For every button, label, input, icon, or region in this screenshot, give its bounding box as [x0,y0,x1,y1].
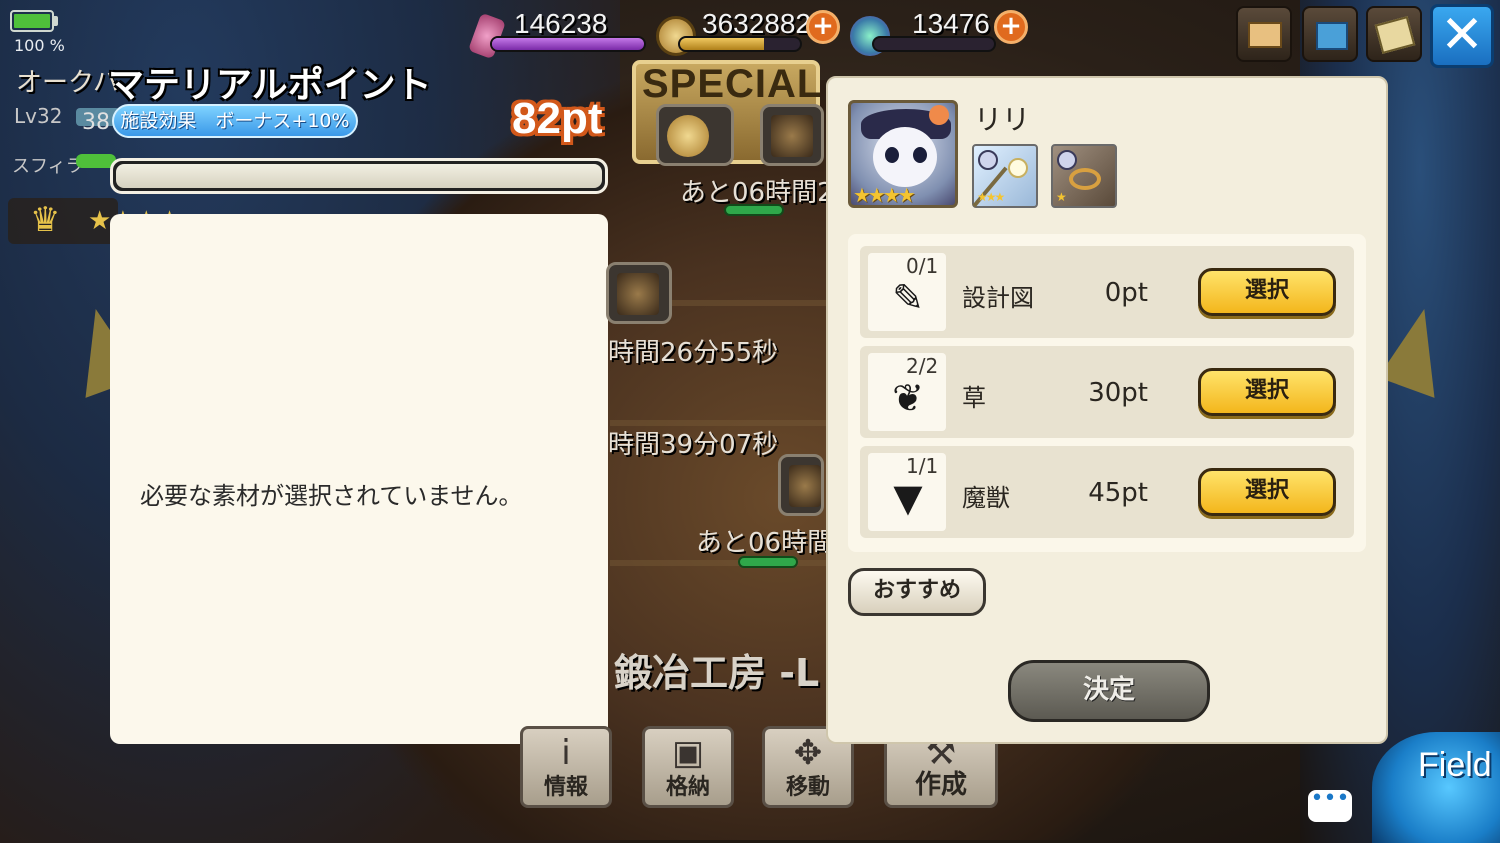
coin-value: 3632882 [702,8,812,39]
progress-bar [724,204,784,216]
timer-label: 時間39分07秒 [608,430,779,460]
battery-icon [10,10,54,32]
crystal-counter: 146238 [467,8,652,60]
info-icon: i [561,733,571,773]
character-icon [789,465,821,507]
material-points: 0pt [1104,278,1148,308]
select-button[interactable]: 選択 [1198,468,1336,516]
facility-label: 鍛冶工房 -L [614,651,820,695]
material-point-bar [110,158,608,194]
character-name: リリ [974,103,1031,136]
production-bubble[interactable] [778,454,824,516]
character-mini-icon [1057,150,1077,170]
move-label: 移動 [785,775,830,800]
mission-button[interactable] [1366,6,1422,62]
flower-icon [929,105,949,125]
info-button[interactable]: i 情報 [520,726,612,808]
equipment-stars: ★ [1056,190,1067,204]
equipment-slot-ring[interactable]: ★ [1051,144,1117,208]
scroll-quill-icon [1374,16,1416,54]
weapon-icon [771,115,813,157]
coin-icon [667,115,709,157]
storage-button[interactable]: ▣ 格納 [642,726,734,808]
box-icon: ▣ [671,733,705,773]
mail-button[interactable] [1236,6,1292,62]
character-face [873,127,937,187]
add-gems-button[interactable]: + [994,10,1028,44]
facility-bonus-badge: 施設効果 ボーナス+10% [112,104,358,138]
chat-button[interactable]: ••• [1308,788,1352,822]
beast-icon: ▼ [893,476,923,520]
production-bubble[interactable] [606,262,672,324]
level-number: 38 [82,110,110,135]
character-icon [617,273,659,315]
blueprint-icon: ✎ [892,276,924,320]
crown-icon: ♛ [30,200,61,240]
info-label: 情報 [543,775,588,800]
recommend-button[interactable]: おすすめ [848,568,986,616]
battery-tip [54,16,58,26]
field-label: Field [1418,746,1492,784]
grass-icon: ❦ [892,376,924,420]
mail-icon [1248,22,1282,48]
material-point-title: マテリアルポイント [108,65,432,106]
material-name: 草 [962,384,986,412]
flower-icon [1008,158,1028,178]
character-portrait[interactable]: ★★★★ [848,100,958,208]
add-coins-button[interactable]: + [806,10,840,44]
no-material-message: 必要な素材が選択されていません。 [140,482,523,510]
material-count: 0/1 [906,254,939,278]
close-button[interactable]: ✕ [1430,4,1494,68]
timer-label: 時間26分55秒 [608,338,779,368]
character-eye [885,147,899,163]
create-label: 作成 [914,770,967,800]
material-point-bar-fill [116,164,602,188]
select-button[interactable]: 選択 [1198,268,1336,316]
production-bubble[interactable] [656,104,734,166]
battery-percent: 100 % [14,36,65,55]
equipment-slot-staff[interactable]: ★★★ [972,144,1038,208]
character-eye [913,147,927,163]
decide-button[interactable]: 決定 [1008,660,1210,722]
gem-value: 13476 [912,8,990,39]
character-mini-icon [978,150,998,170]
character-stars: ★★★★ [853,183,916,207]
crystal-value: 146238 [514,8,608,39]
storage-label: 格納 [665,775,710,800]
material-name: 魔獣 [962,484,1010,512]
material-count: 1/1 [906,454,939,478]
equipment-stars: ★★★ [977,190,1005,204]
facility-name: オークハ [16,68,119,98]
material-count: 2/2 [906,354,939,378]
sphere-label: スフィラ [12,156,84,177]
material-name: 設計図 [962,284,1034,312]
gift-icon [1316,22,1348,50]
select-button[interactable]: 選択 [1198,368,1336,416]
material-points: 30pt [1088,378,1148,408]
progress-bar [738,556,798,568]
production-bubble[interactable] [760,104,824,166]
material-points: 45pt [1088,478,1148,508]
ring-icon [1069,168,1101,190]
present-button[interactable] [1302,6,1358,62]
special-label: SPECIAL [642,62,823,106]
facility-level: Lv32 [14,104,63,128]
material-points-value: 82pt [512,94,603,143]
timer-label: あと06時間 [696,528,834,558]
